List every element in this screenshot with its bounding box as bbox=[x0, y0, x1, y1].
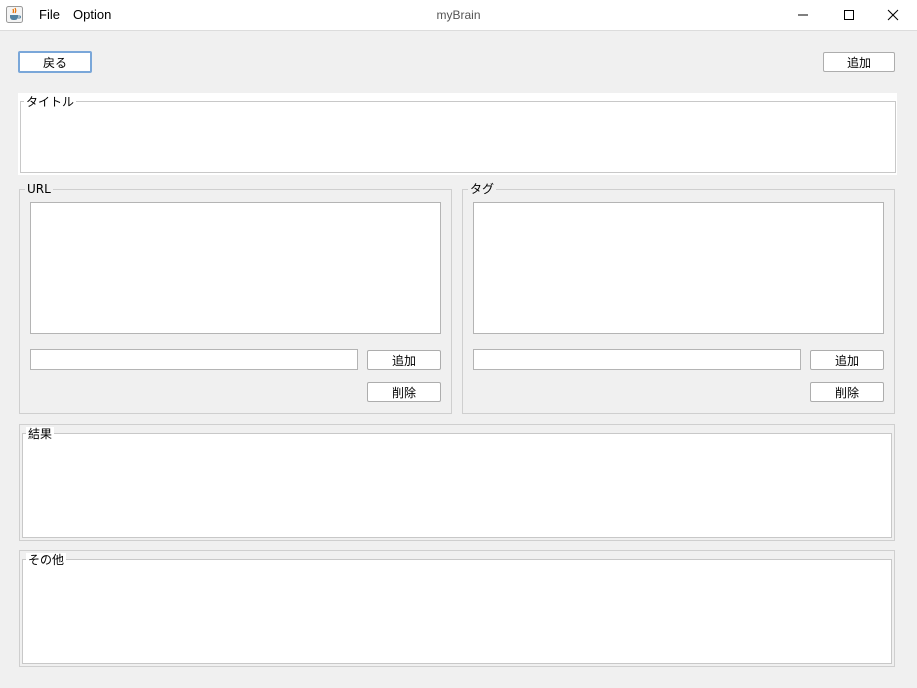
close-icon bbox=[887, 9, 899, 21]
back-button[interactable]: 戻る bbox=[18, 51, 92, 73]
title-textarea[interactable] bbox=[20, 101, 896, 173]
maximize-icon bbox=[844, 10, 854, 20]
url-delete-button[interactable]: 削除 bbox=[367, 382, 441, 402]
close-button[interactable] bbox=[870, 0, 916, 30]
result-legend: 結果 bbox=[26, 427, 55, 441]
tag-input[interactable] bbox=[473, 349, 801, 370]
minimize-icon bbox=[798, 14, 808, 16]
result-group: 結果 bbox=[19, 424, 895, 541]
other-legend: その他 bbox=[26, 553, 67, 567]
result-textarea[interactable] bbox=[22, 433, 892, 538]
title-group: タイトル bbox=[18, 93, 897, 175]
url-input-field[interactable] bbox=[31, 350, 357, 369]
other-textarea[interactable] bbox=[22, 559, 892, 664]
url-list[interactable] bbox=[30, 202, 441, 334]
url-input[interactable] bbox=[30, 349, 358, 370]
other-group: その他 bbox=[19, 550, 895, 667]
url-add-button[interactable]: 追加 bbox=[367, 350, 441, 370]
maximize-button[interactable] bbox=[826, 0, 872, 30]
tag-group: タグ 追加 削除 bbox=[462, 182, 895, 414]
tag-add-button[interactable]: 追加 bbox=[810, 350, 884, 370]
add-button[interactable]: 追加 bbox=[823, 52, 895, 72]
window-titlebar: File Option myBrain bbox=[0, 0, 917, 31]
tag-input-field[interactable] bbox=[474, 350, 800, 369]
tag-delete-button[interactable]: 削除 bbox=[810, 382, 884, 402]
url-group: URL 追加 削除 bbox=[19, 182, 452, 414]
tag-list[interactable] bbox=[473, 202, 884, 334]
minimize-button[interactable] bbox=[780, 0, 826, 30]
url-legend: URL bbox=[25, 182, 53, 196]
tag-legend: タグ bbox=[468, 182, 497, 196]
title-legend: タイトル bbox=[24, 95, 77, 109]
